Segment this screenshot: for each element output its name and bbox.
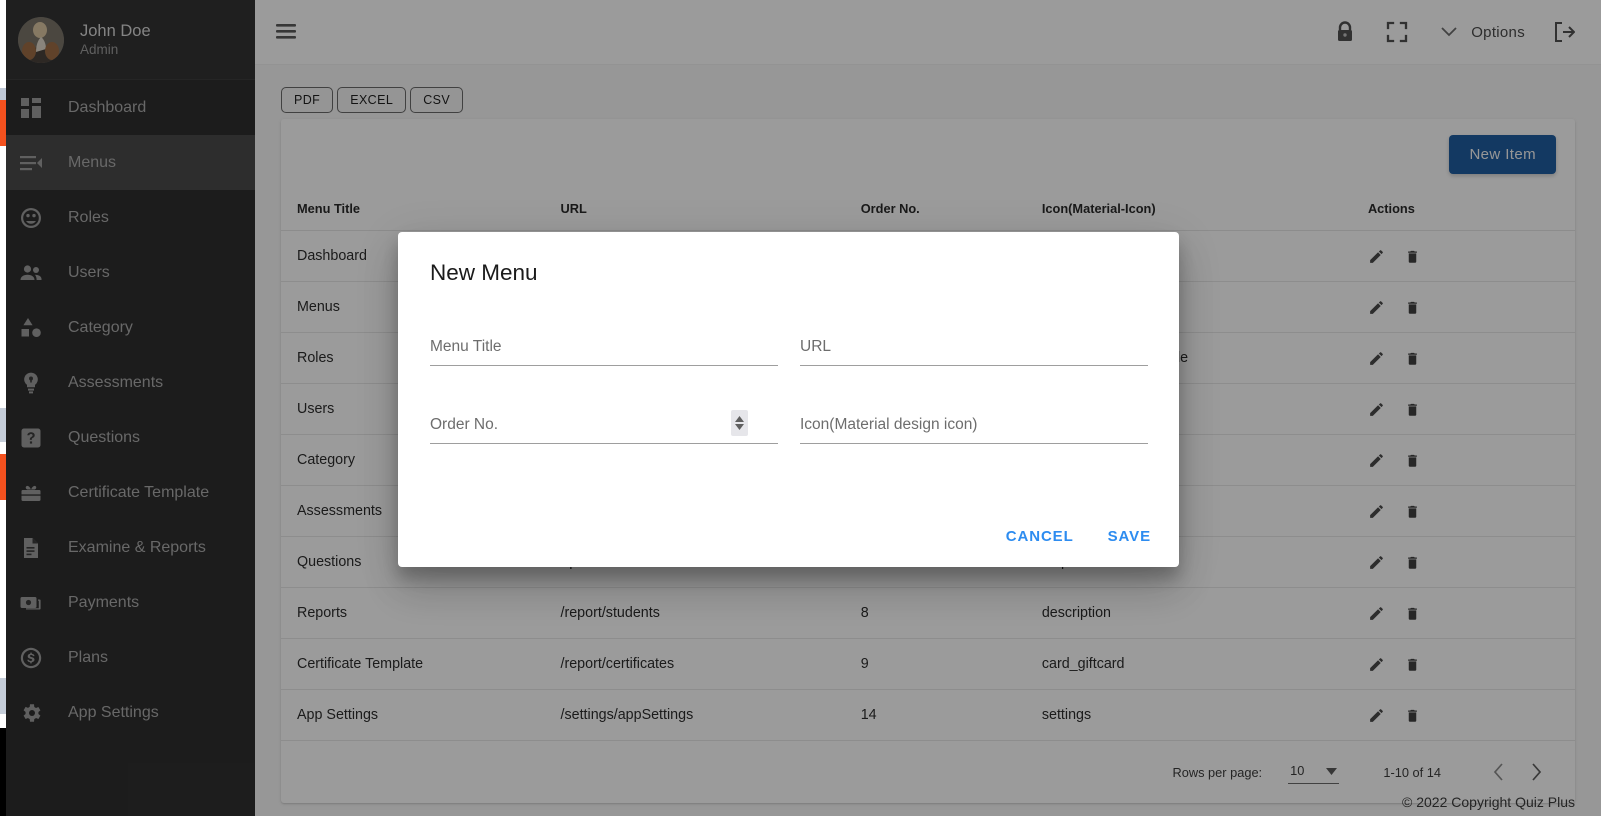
- edge-marker-segment: [0, 100, 6, 146]
- url-field: [800, 334, 1148, 366]
- menu-title-field: [430, 334, 778, 366]
- edge-marker-segment: [0, 146, 6, 408]
- edge-marker-segment: [0, 0, 6, 88]
- edge-marker-segment: [0, 454, 6, 500]
- dialog-title: New Menu: [430, 260, 1145, 286]
- order-no-field: [430, 412, 778, 444]
- icon-input[interactable]: [800, 412, 1148, 444]
- cancel-button[interactable]: CANCEL: [1006, 528, 1074, 545]
- edge-marker-segment: [0, 408, 6, 442]
- edge-marker-segment: [0, 500, 6, 678]
- url-input[interactable]: [800, 334, 1148, 366]
- save-button[interactable]: SAVE: [1108, 528, 1151, 545]
- edge-marker-segment: [0, 728, 6, 816]
- menu-title-input[interactable]: [430, 334, 778, 366]
- dialog-form: [430, 334, 1145, 444]
- edge-marker-segment: [0, 714, 6, 728]
- edge-marker-segment: [0, 678, 6, 714]
- order-no-input[interactable]: [430, 412, 778, 444]
- dialog-actions: CANCEL SAVE: [1006, 528, 1151, 545]
- edge-marker-segment: [0, 442, 6, 454]
- edge-marker-strip[interactable]: [0, 0, 6, 816]
- order-no-stepper[interactable]: [731, 410, 748, 436]
- app-root: John Doe Admin DashboardMenusRolesUsersC…: [0, 0, 1601, 816]
- icon-field: [800, 412, 1148, 444]
- edge-marker-segment: [0, 88, 6, 100]
- new-menu-dialog: New Menu CANCEL SAVE: [398, 232, 1179, 567]
